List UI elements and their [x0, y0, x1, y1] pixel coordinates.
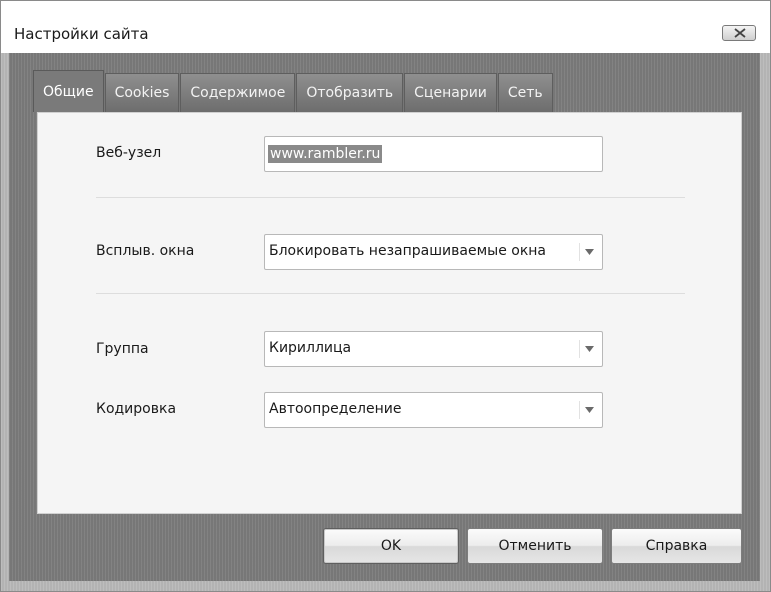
tab-display[interactable]: Отобразить: [296, 73, 404, 112]
help-button[interactable]: Справка: [611, 528, 742, 564]
tab-network[interactable]: Сеть: [497, 73, 553, 112]
close-button[interactable]: [722, 25, 756, 41]
site-value: www.rambler.ru: [268, 145, 383, 163]
group-value: Кириллица: [269, 340, 352, 356]
encoding-label: Кодировка: [96, 401, 177, 417]
tab-scripts[interactable]: Сценарии: [404, 73, 497, 112]
tab-strip: Общие Cookies Содержимое Отобразить Сцен…: [33, 70, 554, 112]
chevron-down-icon[interactable]: [579, 401, 598, 419]
site-label: Веб-узел: [96, 145, 162, 161]
tab-cookies[interactable]: Cookies: [104, 73, 180, 112]
popups-label: Всплыв. окна: [96, 243, 195, 259]
close-icon: [734, 28, 746, 38]
encoding-select[interactable]: Автоопределение: [264, 392, 603, 428]
site-input[interactable]: www.rambler.ru: [264, 136, 603, 172]
dialog-title: Настройки сайта: [14, 25, 149, 43]
tab-general[interactable]: Общие: [33, 70, 104, 112]
chevron-down-icon[interactable]: [579, 243, 598, 261]
title-bar: Настройки сайта: [1, 1, 770, 53]
popups-select[interactable]: Блокировать незапрашиваемые окна: [264, 234, 603, 270]
group-select[interactable]: Кириллица: [264, 331, 603, 367]
encoding-value: Автоопределение: [269, 401, 402, 417]
chevron-down-icon[interactable]: [579, 340, 598, 358]
separator: [96, 197, 685, 198]
tab-content[interactable]: Содержимое: [180, 73, 296, 112]
cancel-button[interactable]: Отменить: [467, 528, 603, 564]
separator: [96, 293, 685, 294]
general-panel: [37, 112, 742, 514]
group-label: Группа: [96, 341, 149, 357]
ok-button[interactable]: OK: [323, 528, 459, 564]
popups-value: Блокировать незапрашиваемые окна: [269, 243, 547, 259]
